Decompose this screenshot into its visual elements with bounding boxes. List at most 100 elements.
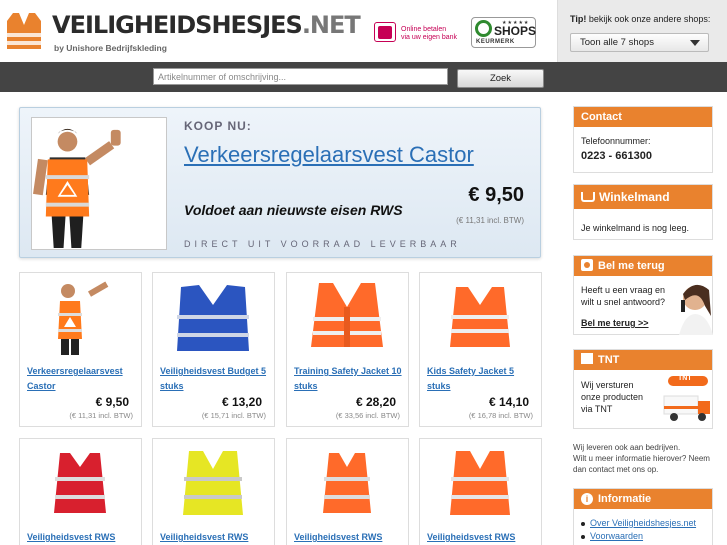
product-name[interactable]: Kids Safety Jacket 5 stuks [427,364,537,394]
hero-price: € 9,50 [468,184,524,206]
tnt-header: TNT [574,350,712,370]
tnt-line3: via TNT [581,404,613,414]
cart-title: Winkelmand [599,190,670,204]
product-image[interactable] [287,277,408,357]
tnt-truck-image [663,376,710,421]
product-price-incl-btw: (€ 11,31 incl. BTW) [69,411,133,420]
product-image[interactable] [420,443,541,523]
product-image[interactable] [287,443,408,523]
product-image[interactable] [153,443,274,523]
product-card[interactable]: Kids Safety Jacket 5 stuks € 14,10 (€ 16… [419,272,542,427]
tip-body: bekijk ook onze andere shops: [586,14,711,24]
product-price: € 13,20 [221,395,262,409]
product-name[interactable]: Verkeersregelaarsvest Castor [27,364,137,394]
info-icon: i [581,493,593,505]
search-button[interactable]: Zoek [457,69,544,88]
shops-dropdown-value: Toon alle 7 shops [580,37,654,48]
vest-logo-icon[interactable] [7,13,41,49]
ideal-text: Online betalen via uw eigen bank [401,26,457,42]
tip-label: Tip! [570,14,587,24]
cart-status: Je winkelmand is nog leeg. [581,223,690,233]
product-image[interactable] [20,443,141,523]
hero-koop-label: KOOP NU: [184,119,252,133]
callback-line1: Heeft u een vraag en [581,285,666,295]
info-link-item: Voorwaarden [580,530,696,543]
qshops-name: SHOPS [494,24,537,38]
product-image[interactable] [153,277,274,357]
callback-header: Bel me terug [574,256,712,276]
hero-product-title[interactable]: Verkeersregelaarsvest Castor [184,142,474,168]
info-links: Over Veiligheidshesjes.net Voorwaarden [580,517,696,543]
truck-icon [581,353,593,364]
phone-icon [581,259,593,271]
product-name[interactable]: Veiligheidsvest RWS [27,530,137,545]
info-header: i Informatie [574,489,712,509]
callback-link[interactable]: Bel me terug >> [581,317,649,329]
product-card[interactable]: Veiligheidsvest Budget 5 stuks € 13,20 (… [152,272,275,427]
chevron-down-icon [690,40,700,46]
contact-box: Contact Telefoonnummer: 0223 - 661300 [573,106,713,173]
product-name[interactable]: Veiligheidsvest RWS [427,530,537,545]
business-note-line2: Wilt u meer informatie hierover? Neem [573,454,710,463]
search-input[interactable] [153,68,448,85]
product-price: € 28,20 [355,395,396,409]
qshops-keurmerk-badge[interactable]: ★★★★★ SHOPS KEURMERK [471,17,536,48]
product-card[interactable]: Veiligheidsvest RWS [286,438,409,545]
product-price-incl-btw: (€ 16,78 incl. BTW) [468,411,533,420]
logo-subtitle: by Unishore Bedrijfskleding [54,43,167,53]
product-price-incl-btw: (€ 33,56 incl. BTW) [335,411,400,420]
product-card[interactable]: Training Safety Jacket 10 stuks € 28,20 … [286,272,409,427]
tnt-logo-text: TNT [678,375,692,382]
callback-title: Bel me terug [598,260,665,272]
product-card[interactable]: Verkeersregelaarsvest Castor € 9,50 (€ 1… [19,272,142,427]
product-price: € 14,10 [488,395,529,409]
product-card[interactable]: Veiligheidsvest RWS [19,438,142,545]
search-bar: Zoek [0,62,727,92]
product-name[interactable]: Training Safety Jacket 10 stuks [294,364,404,394]
product-name[interactable]: Veiligheidsvest Budget 5 stuks [160,364,270,394]
ideal-line1: Online betalen [401,26,447,33]
logo-main-text: VEILIGHEIDSHESJES [52,11,303,39]
hero-price-incl-btw: (€ 11,31 incl. BTW) [456,216,524,225]
info-link-item: Over Veiligheidshesjes.net [580,517,696,530]
cart-box: Winkelmand Je winkelmand is nog leeg. [573,184,713,240]
qshops-keurmerk: KEURMERK [476,39,515,45]
info-link-terms[interactable]: Voorwaarden [590,531,643,541]
shops-dropdown[interactable]: Toon alle 7 shops [570,33,709,52]
tip-panel: Tip! bekijk ook onze andere shops: Toon … [557,0,727,62]
tnt-title: TNT [598,354,620,366]
hero-stock-note: DIRECT UIT VOORRAAD LEVERBAAR [184,239,461,249]
product-image[interactable] [420,277,541,357]
product-price-incl-btw: (€ 15,71 incl. BTW) [201,411,266,420]
site-logo[interactable]: VEILIGHEIDSHESJES.NET [52,11,361,39]
ideal-icon [374,22,396,42]
callcenter-agent-image [679,284,713,335]
business-note: Wij leveren ook aan bedrijven. Wilt u me… [573,442,723,475]
product-price: € 9,50 [95,395,129,409]
info-link-about[interactable]: Over Veiligheidshesjes.net [590,518,696,528]
product-name[interactable]: Veiligheidsvest RWS [294,530,404,545]
contact-title: Contact [574,107,712,127]
featured-product-image[interactable] [31,117,167,250]
tnt-line1: Wij versturen [581,380,634,390]
product-image[interactable] [20,277,141,357]
tnt-box: TNT Wij versturen onze producten via TNT… [573,349,713,429]
product-card[interactable]: Veiligheidsvest RWS [419,438,542,545]
qshops-q-icon [475,20,492,37]
tip-text: Tip! bekijk ook onze andere shops: [570,14,710,24]
tnt-line2: onze producten [581,392,644,402]
business-note-line1: Wij leveren ook aan bedrijven. [573,443,681,452]
hero-claim: Voldoet aan nieuwste eisen RWS [184,202,403,218]
site-header: VEILIGHEIDSHESJES.NET by Unishore Bedrij… [0,0,727,62]
cart-icon [581,192,595,202]
product-card[interactable]: Veiligheidsvest RWS [152,438,275,545]
contact-phone-label: Telefoonnummer: [581,136,651,146]
business-note-line3: dan contact met ons op. [573,465,659,474]
product-name[interactable]: Veiligheidsvest RWS [160,530,270,545]
logo-ext-text: .NET [301,11,361,39]
contact-phone[interactable]: 0223 - 661300 [581,150,652,162]
cart-header[interactable]: Winkelmand [574,185,712,209]
featured-product[interactable]: KOOP NU: Verkeersregelaarsvest Castor Vo… [19,107,541,258]
callback-box: Bel me terug Heeft u een vraag en wilt u… [573,255,713,335]
ideal-line2: via uw eigen bank [401,34,458,41]
